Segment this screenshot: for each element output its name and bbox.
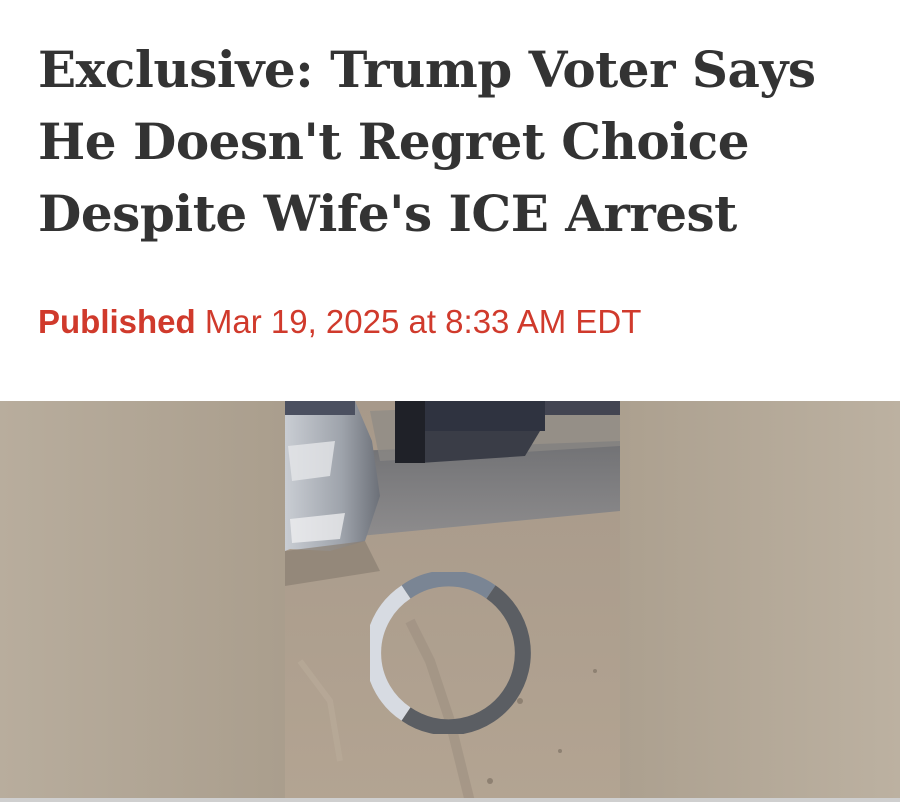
article-headline: Exclusive: Trump Voter Says He Doesn't R…	[38, 40, 816, 243]
publish-byline: Published Mar 19, 2025 at 8:33 AM EDT	[38, 300, 641, 344]
blurred-left-side	[0, 401, 285, 802]
loading-spinner-icon	[370, 572, 531, 734]
published-date: Mar 19, 2025 at 8:33 AM EDT	[204, 303, 642, 340]
published-label: Published	[38, 303, 196, 340]
blurred-right-side	[620, 401, 900, 802]
video-player[interactable]	[0, 401, 900, 802]
video-progress-track[interactable]	[0, 798, 900, 802]
